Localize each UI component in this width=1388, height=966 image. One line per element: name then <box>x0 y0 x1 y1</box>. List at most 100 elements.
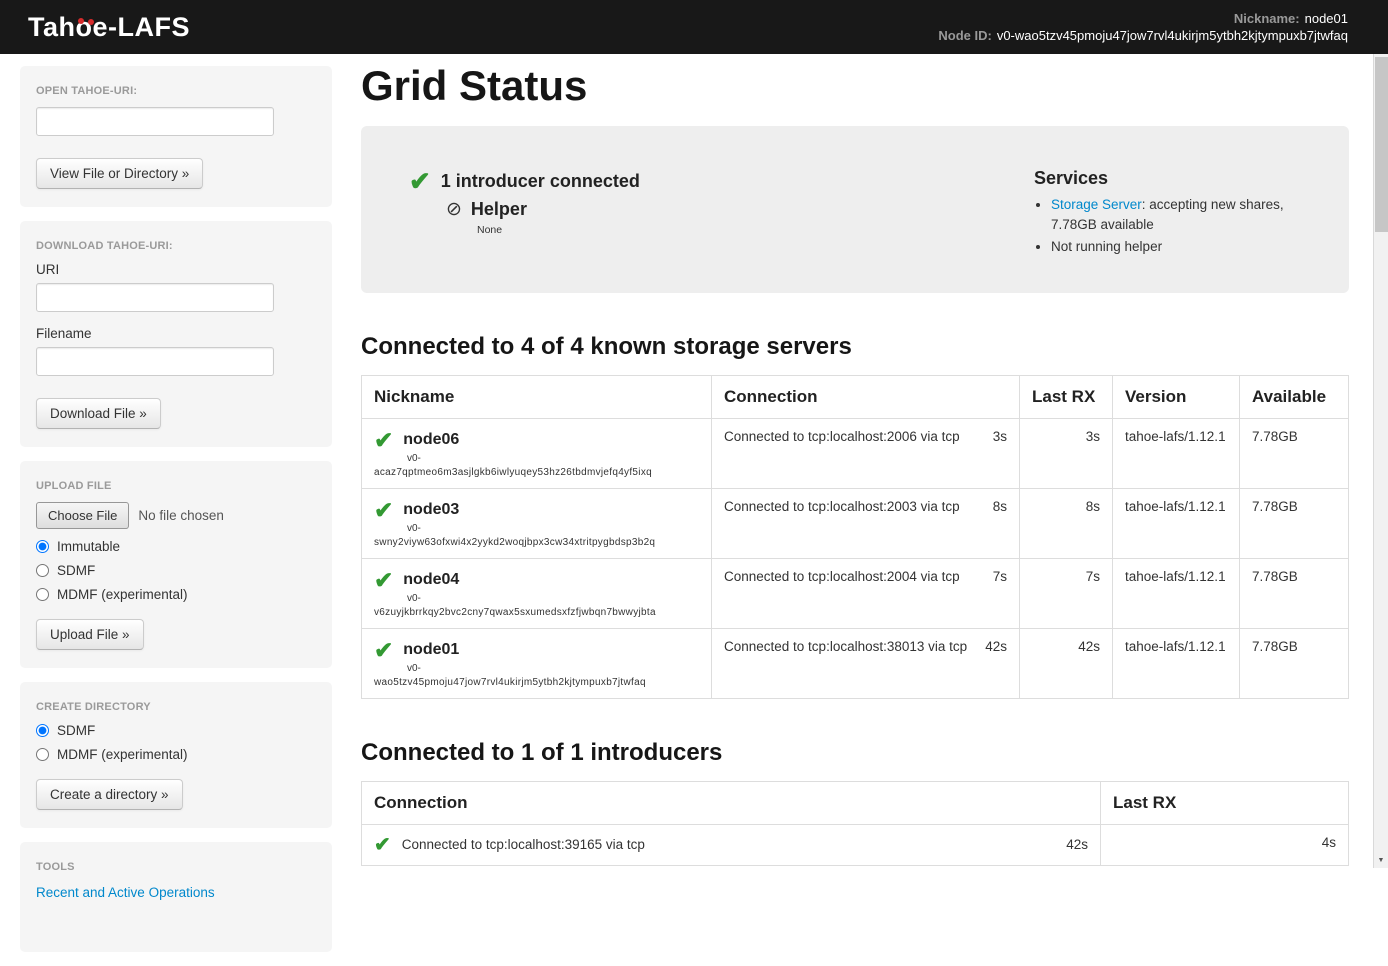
uri-field-label: URI <box>36 262 316 277</box>
main-content: Grid Status ✔ 1 introducer connected ⊘ H… <box>361 54 1349 866</box>
create-directory-label: CREATE DIRECTORY <box>36 701 316 713</box>
last-rx-value: 7s <box>1020 558 1113 628</box>
radio-upload-mdmf[interactable]: MDMF (experimental) <box>36 587 316 602</box>
download-panel: DOWNLOAD TAHOE-URI: URI Filename Downloa… <box>20 221 332 447</box>
radio-upload-mdmf-label: MDMF (experimental) <box>57 587 188 602</box>
server-id-prefix: v0- <box>407 593 699 604</box>
download-file-button[interactable]: Download File » <box>36 398 161 429</box>
status-summary-left: ✔ 1 introducer connected ⊘ Helper None <box>409 168 1034 260</box>
connection-text: Connected to tcp:localhost:2006 via tcp <box>724 429 960 444</box>
check-icon: ✔ <box>409 168 431 194</box>
radio-dir-mdmf[interactable]: MDMF (experimental) <box>36 747 316 762</box>
helper-status-line: ⊘ Helper <box>446 198 1034 221</box>
app-logo-text: Tahoe-LAFS <box>28 12 190 42</box>
introducer-status-text: 1 introducer connected <box>441 171 640 192</box>
vertical-scrollbar[interactable]: ▼ <box>1373 0 1388 868</box>
server-nickname: node06 <box>403 431 459 449</box>
connection-text: Connected to tcp:localhost:38013 via tcp <box>724 639 967 654</box>
services-block: Services Storage Server: accepting new s… <box>1034 168 1319 260</box>
server-id-prefix: v0- <box>407 523 699 534</box>
create-directory-button[interactable]: Create a directory » <box>36 779 183 810</box>
connection-text: Connected to tcp:localhost:2003 via tcp <box>724 499 960 514</box>
connection-age: 7s <box>993 569 1007 584</box>
introducer-status-line: ✔ 1 introducer connected <box>409 168 1034 194</box>
introducer-row: ✔Connected to tcp:localhost:39165 via tc… <box>362 824 1349 865</box>
last-rx-value: 4s <box>1101 824 1349 865</box>
not-running-helper-text: Not running helper <box>1051 239 1162 254</box>
radio-upload-sdmf[interactable]: SDMF <box>36 563 316 578</box>
available-value: 7.78GB <box>1240 628 1349 698</box>
col-available: Available <box>1240 375 1349 418</box>
scrollbar-thumb[interactable] <box>1375 57 1388 232</box>
col-connection: Connection <box>362 781 1101 824</box>
upload-file-button[interactable]: Upload File » <box>36 619 144 650</box>
radio-upload-sdmf-label: SDMF <box>57 563 95 578</box>
node-id-line: Node ID: v0-wao5tzv45pmoju47jow7rvl4ukirj… <box>938 27 1348 44</box>
choose-file-button[interactable]: Choose File <box>36 502 129 529</box>
version-value: tahoe-lafs/1.12.1 <box>1113 558 1240 628</box>
available-value: 7.78GB <box>1240 558 1349 628</box>
radio-upload-sdmf-input[interactable] <box>36 564 49 577</box>
helper-title: Helper <box>471 199 527 220</box>
last-rx-value: 3s <box>1020 418 1113 488</box>
radio-dir-mdmf-input[interactable] <box>36 748 49 761</box>
connection-age: 42s <box>1066 837 1088 852</box>
radio-immutable[interactable]: Immutable <box>36 539 316 554</box>
download-uri-label: DOWNLOAD TAHOE-URI: <box>36 240 316 252</box>
col-nickname: Nickname <box>362 375 712 418</box>
app-logo[interactable]: Tahoe-LAFS <box>28 12 190 43</box>
node-id-value: v0-wao5tzv45pmoju47jow7rvl4ukirjm5ytbh2k… <box>997 28 1348 43</box>
radio-upload-mdmf-input[interactable] <box>36 588 49 601</box>
available-value: 7.78GB <box>1240 418 1349 488</box>
radio-dir-mdmf-label: MDMF (experimental) <box>57 747 188 762</box>
radio-immutable-input[interactable] <box>36 540 49 553</box>
last-rx-value: 42s <box>1020 628 1113 698</box>
check-icon: ✔ <box>374 569 393 592</box>
connection-text: Connected to tcp:localhost:2004 via tcp <box>724 569 960 584</box>
services-list: Storage Server: accepting new shares, 7.… <box>1034 195 1319 257</box>
service-helper-item: Not running helper <box>1051 237 1319 257</box>
introducers-section-title: Connected to 1 of 1 introducers <box>361 739 1349 767</box>
connection-age: 3s <box>993 429 1007 444</box>
no-helper-icon: ⊘ <box>446 198 462 221</box>
no-file-chosen-text: No file chosen <box>138 508 224 523</box>
services-title: Services <box>1034 168 1319 189</box>
tools-label: TOOLS <box>36 861 316 873</box>
upload-panel: UPLOAD FILE Choose File No file chosen I… <box>20 461 332 668</box>
connection-age: 8s <box>993 499 1007 514</box>
available-value: 7.78GB <box>1240 488 1349 558</box>
filename-field-label: Filename <box>36 326 316 341</box>
sidebar: OPEN TAHOE-URI: View File or Directory »… <box>20 66 332 966</box>
col-connection: Connection <box>712 375 1020 418</box>
helper-value: None <box>477 224 1034 236</box>
server-id-hash: acaz7qptmeo6m3asjlgkb6iwlyuqey53hz26tbdm… <box>374 467 699 478</box>
status-summary-well: ✔ 1 introducer connected ⊘ Helper None S… <box>361 126 1349 293</box>
storage-server-link[interactable]: Storage Server <box>1051 197 1142 212</box>
storage-servers-table: Nickname Connection Last RX Version Avai… <box>361 375 1349 699</box>
radio-immutable-label: Immutable <box>57 539 120 554</box>
scroll-down-arrow-icon[interactable]: ▼ <box>1374 853 1388 868</box>
tools-panel: TOOLS Recent and Active Operations <box>20 842 332 952</box>
create-directory-panel: CREATE DIRECTORY SDMF MDMF (experimental… <box>20 682 332 828</box>
open-uri-panel: OPEN TAHOE-URI: View File or Directory » <box>20 66 332 207</box>
storage-server-row: ✔node04 v0- v6zuyjkbrrkqy2bvc2cny7qwax5s… <box>362 558 1349 628</box>
storage-server-row: ✔node01 v0- wao5tzv45pmoju47jow7rvl4ukir… <box>362 628 1349 698</box>
recent-operations-link[interactable]: Recent and Active Operations <box>36 885 215 900</box>
connection-age: 42s <box>985 639 1007 654</box>
col-last-rx: Last RX <box>1101 781 1349 824</box>
node-id-label: Node ID: <box>938 28 991 43</box>
download-uri-input[interactable] <box>36 283 274 312</box>
view-file-button[interactable]: View File or Directory » <box>36 158 203 189</box>
radio-dir-sdmf[interactable]: SDMF <box>36 723 316 738</box>
nickname-label: Nickname: <box>1234 11 1300 26</box>
server-id-hash: swny2viyw63ofxwi4x2yykd2woqjbpx3cw34xtri… <box>374 537 699 548</box>
version-value: tahoe-lafs/1.12.1 <box>1113 628 1240 698</box>
check-icon: ✔ <box>374 835 391 855</box>
download-filename-input[interactable] <box>36 347 274 376</box>
storage-section-title: Connected to 4 of 4 known storage server… <box>361 333 1349 361</box>
server-id-prefix: v0- <box>407 453 699 464</box>
storage-server-row: ✔node06 v0- acaz7qptmeo6m3asjlgkb6iwlyuq… <box>362 418 1349 488</box>
open-uri-input[interactable] <box>36 107 274 136</box>
radio-dir-sdmf-input[interactable] <box>36 724 49 737</box>
nickname-line: Nickname:node01 <box>938 10 1348 27</box>
